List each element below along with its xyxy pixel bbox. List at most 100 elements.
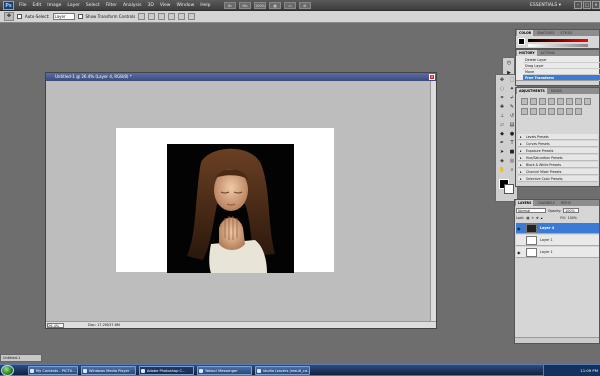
taskbar-item[interactable]: Yahoo! Messenger xyxy=(197,366,252,375)
menu-help[interactable]: Help xyxy=(197,0,213,11)
color-swatch[interactable] xyxy=(518,38,525,45)
channel-mixer-icon[interactable] xyxy=(530,108,537,115)
adjustment-preset-row[interactable]: Levels Presets xyxy=(518,134,598,140)
posterize-icon[interactable] xyxy=(548,108,555,115)
layer-name[interactable]: Layer 4 xyxy=(540,223,554,234)
hue-saturation-icon[interactable] xyxy=(566,98,573,105)
black-white-icon[interactable] xyxy=(584,98,591,105)
taskbar-item[interactable]: My Contests - PICTU... xyxy=(28,366,78,375)
adjustment-preset-row[interactable]: Selective Color Presets xyxy=(518,176,598,182)
tab-paths[interactable]: PATHS xyxy=(559,200,573,206)
color-balance-icon[interactable] xyxy=(575,98,582,105)
menu-layer[interactable]: Layer xyxy=(64,0,83,11)
adjustment-preset-row[interactable]: Curves Presets xyxy=(518,141,598,147)
tab-adjustments[interactable]: ADJUSTMENTS xyxy=(517,88,547,94)
eraser-tool-icon[interactable]: ▱ xyxy=(498,122,506,129)
move-tool-icon[interactable]: ✥ xyxy=(498,77,506,84)
minimized-document[interactable]: Untitled-1 xyxy=(0,354,42,362)
pen-tool-icon[interactable]: ✒ xyxy=(498,140,506,147)
threshold-icon[interactable] xyxy=(557,108,564,115)
curves-icon[interactable] xyxy=(539,98,546,105)
auto-select-checkbox[interactable] xyxy=(17,14,22,19)
lock-pixels-icon[interactable]: ✎ xyxy=(531,216,534,220)
tab-actions[interactable]: ACTIONS xyxy=(539,50,557,56)
menu-3d[interactable]: 3D xyxy=(144,0,156,11)
blur-tool-icon[interactable]: ◆ xyxy=(498,131,506,138)
lock-position-icon[interactable]: ✥ xyxy=(536,216,539,220)
lasso-tool-icon[interactable]: ◌ xyxy=(498,86,506,93)
menu-analysis[interactable]: Analysis xyxy=(120,0,145,11)
layer-name[interactable]: Layer 1 xyxy=(540,247,553,258)
tab-swatches[interactable]: SWATCHES xyxy=(535,30,556,36)
auto-select-dropdown[interactable]: Layer xyxy=(52,13,75,20)
lock-all-icon[interactable]: 🔒︎ xyxy=(541,216,543,220)
show-transform-checkbox[interactable] xyxy=(77,14,83,19)
zoom-level-button[interactable]: 100% xyxy=(254,2,266,9)
background-color-swatch[interactable] xyxy=(504,184,514,194)
adjustment-preset-row[interactable]: Black & White Presets xyxy=(518,162,598,168)
eye-icon[interactable]: ◉ xyxy=(517,249,523,256)
color-slider[interactable] xyxy=(528,39,588,42)
clone-stamp-tool-icon[interactable]: ⊥ xyxy=(498,113,506,120)
screen-mode-button[interactable]: ▭ xyxy=(284,2,296,9)
extras-button[interactable]: ⊞ xyxy=(299,2,311,9)
tab-history[interactable]: HISTORY xyxy=(517,50,537,56)
selective-color-icon[interactable] xyxy=(575,108,582,115)
start-button-icon[interactable] xyxy=(1,365,14,376)
minimize-button[interactable]: – xyxy=(574,1,582,9)
adjustment-preset-row[interactable]: Channel Mixer Presets xyxy=(518,169,598,175)
vertical-scrollbar[interactable] xyxy=(430,81,436,321)
taskbar-item-active[interactable]: Adobe Photoshop C... xyxy=(139,366,194,375)
launch-mini-bridge-button[interactable]: Mb xyxy=(239,2,251,9)
clock[interactable]: 11:09 PM xyxy=(580,365,598,376)
photo-filter-icon[interactable] xyxy=(521,108,528,115)
align-bottom-icon[interactable] xyxy=(158,13,166,20)
menu-view[interactable]: View xyxy=(157,0,174,11)
arrange-documents-button[interactable]: ▦ xyxy=(269,2,281,9)
align-left-icon[interactable] xyxy=(168,13,176,20)
align-right-icon[interactable] xyxy=(188,13,196,20)
levels-icon[interactable] xyxy=(530,98,537,105)
opacity-field[interactable]: 100% xyxy=(563,208,580,213)
close-button[interactable]: × xyxy=(592,1,600,9)
launch-bridge-button[interactable]: Br xyxy=(224,2,236,9)
tab-masks[interactable]: MASKS xyxy=(549,88,564,94)
healing-brush-tool-icon[interactable]: ✚ xyxy=(498,104,506,111)
path-selection-tool-icon[interactable]: ➤ xyxy=(498,149,506,156)
layer-name[interactable]: Layer 1 xyxy=(540,235,553,246)
adjustment-preset-row[interactable]: Exposure Presets xyxy=(518,148,598,154)
align-center-icon[interactable] xyxy=(178,13,186,20)
layer-row[interactable]: ◉ Layer 1 xyxy=(516,247,599,258)
color-ramp[interactable] xyxy=(528,44,588,47)
eye-icon[interactable] xyxy=(517,237,523,244)
invert-icon[interactable] xyxy=(539,108,546,115)
adjustment-preset-row[interactable]: Hue/Saturation Presets xyxy=(518,155,598,161)
fill-field[interactable]: 100% xyxy=(568,216,577,220)
vibrance-icon[interactable] xyxy=(557,98,564,105)
tab-color[interactable]: COLOR xyxy=(517,30,534,36)
zoom-field[interactable]: 26.4% xyxy=(47,322,64,328)
lock-transparency-icon[interactable]: ▦ xyxy=(526,216,529,220)
hand-tool-icon[interactable]: ✋ xyxy=(498,167,506,174)
workspace-switcher[interactable]: ESSENTIALS ▾ xyxy=(530,1,561,10)
canvas-pasteboard[interactable] xyxy=(46,81,430,321)
taskbar-item[interactable]: studio (savers (result_co... xyxy=(255,366,310,375)
tab-channels[interactable]: CHANNELS xyxy=(535,200,556,206)
menu-select[interactable]: Select xyxy=(83,0,103,11)
photo-layer[interactable] xyxy=(167,144,294,273)
document-title[interactable]: Untitled-1 @ 26.4% (Layer 4, RGB/8) * xyxy=(46,73,436,81)
maximize-button[interactable]: □ xyxy=(583,1,591,9)
tab-layers[interactable]: LAYERS xyxy=(516,200,534,206)
3d-rotate-tool-icon[interactable]: ◈ xyxy=(498,158,506,165)
menu-image[interactable]: Image xyxy=(44,0,64,11)
taskbar-item[interactable]: Windows Media Player xyxy=(81,366,136,375)
gradient-map-icon[interactable] xyxy=(566,108,573,115)
doc-size-info[interactable]: Doc: 17.2M/37.6M xyxy=(88,323,120,327)
crop-tool-icon[interactable]: ⌗ xyxy=(498,95,506,102)
history-panel-icon[interactable]: ◴ xyxy=(505,60,513,67)
tab-styles[interactable]: STYLES xyxy=(559,30,575,36)
align-top-icon[interactable] xyxy=(138,13,146,20)
move-tool-icon[interactable]: ✥ xyxy=(4,12,14,21)
exposure-icon[interactable] xyxy=(548,98,555,105)
layer-row[interactable]: Layer 1 xyxy=(516,235,599,246)
